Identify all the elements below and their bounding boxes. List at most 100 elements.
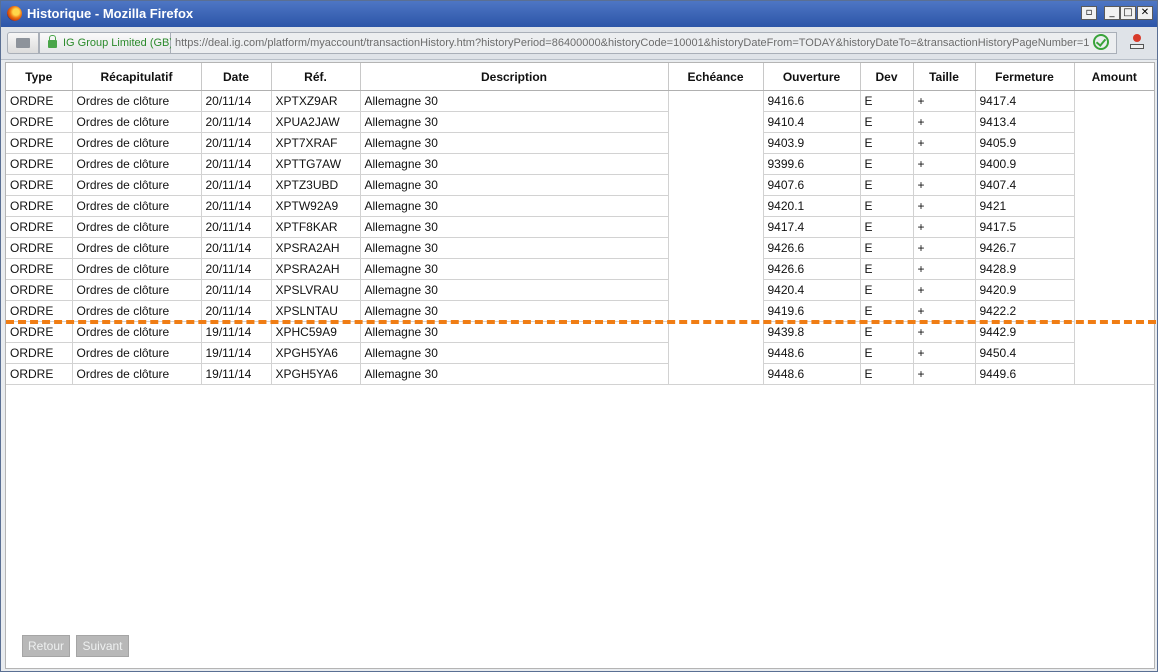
cell-amount: [1074, 343, 1154, 364]
cell-echeance: [668, 237, 764, 259]
cell-dev: E: [860, 237, 914, 259]
minimize-button[interactable]: _: [1104, 6, 1120, 20]
cell-ref: XPTZ3UBD: [271, 174, 361, 196]
header-ouverture[interactable]: Ouverture: [763, 63, 861, 91]
cell-fermeture: 9405.9: [975, 132, 1075, 154]
cell-amount: [1074, 217, 1154, 238]
cell-type: ORDRE: [6, 132, 73, 154]
cell-taille: +: [913, 363, 976, 385]
cell-type: ORDRE: [6, 300, 73, 322]
cell-fermeture: 9400.9: [975, 153, 1075, 175]
restore-icon[interactable]: ▫: [1081, 6, 1097, 20]
cell-echeance: [668, 363, 764, 385]
cell-date: 20/11/14: [201, 279, 272, 301]
cell-recapitulatif: Ordres de clôture: [72, 321, 202, 343]
cell-type: ORDRE: [6, 111, 73, 133]
check-icon[interactable]: [1093, 34, 1109, 50]
orange-separator-line: [6, 320, 1156, 324]
lock-icon: [48, 35, 57, 48]
cell-type: ORDRE: [6, 237, 73, 259]
cell-description: Allemagne 30: [360, 195, 669, 217]
url-text: https://deal.ig.com/platform/myaccount/t…: [175, 37, 1090, 49]
cell-taille: +: [913, 258, 976, 280]
cell-ref: XPTF8KAR: [271, 216, 361, 238]
cell-ref: XPTTG7AW: [271, 153, 361, 175]
transaction-history-panel: Type Récapitulatif Date Réf. Description…: [5, 62, 1156, 669]
close-button[interactable]: ✕: [1137, 6, 1153, 20]
cell-recapitulatif: Ordres de clôture: [72, 153, 202, 175]
cell-amount: [1074, 238, 1154, 259]
cell-ref: XPUA2JAW: [271, 111, 361, 133]
cell-taille: +: [913, 342, 976, 364]
url-field[interactable]: https://deal.ig.com/platform/myaccount/t…: [171, 32, 1117, 54]
cell-dev: E: [860, 363, 914, 385]
cell-ref: XPSLNTAU: [271, 300, 361, 322]
header-type[interactable]: Type: [6, 63, 73, 91]
cell-date: 20/11/14: [201, 258, 272, 280]
header-dev[interactable]: Dev: [860, 63, 914, 91]
cell-dev: E: [860, 216, 914, 238]
table-row: ORDRE Ordres de clôture 20/11/14 XPTTG7AW Al…: [6, 153, 1154, 175]
cell-date: 20/11/14: [201, 195, 272, 217]
firefox-logo-icon: [7, 6, 22, 21]
table-row: ORDRE Ordres de clôture 20/11/14 XPTF8KAR Al…: [6, 216, 1154, 238]
cell-ouverture: 9399.6: [763, 153, 861, 175]
cell-amount: [1074, 133, 1154, 154]
cell-type: ORDRE: [6, 279, 73, 301]
site-identity-label: IG Group Limited (GB): [63, 37, 174, 49]
header-echeance[interactable]: Echéance: [668, 63, 764, 91]
header-fermeture[interactable]: Fermeture: [975, 63, 1075, 91]
cell-fermeture: 9417.4: [975, 90, 1075, 112]
table-row: ORDRE Ordres de clôture 19/11/14 XPGH5YA6 Al…: [6, 342, 1154, 364]
cell-ref: XPGH5YA6: [271, 363, 361, 385]
header-date[interactable]: Date: [201, 63, 272, 91]
transaction-table: Type Récapitulatif Date Réf. Description…: [6, 63, 1154, 385]
cell-taille: +: [913, 300, 976, 322]
cell-recapitulatif: Ordres de clôture: [72, 132, 202, 154]
site-identity-button[interactable]: IG Group Limited (GB): [39, 32, 174, 54]
header-amount[interactable]: Amount: [1074, 63, 1154, 91]
cell-dev: E: [860, 195, 914, 217]
cell-echeance: [668, 90, 764, 112]
cell-type: ORDRE: [6, 90, 73, 112]
maximize-button[interactable]: □: [1120, 6, 1136, 20]
header-recapitulatif[interactable]: Récapitulatif: [72, 63, 202, 91]
header-ref[interactable]: Réf.: [271, 63, 361, 91]
cell-ouverture: 9439.8: [763, 321, 861, 343]
cell-type: ORDRE: [6, 258, 73, 280]
cell-ref: XPTXZ9AR: [271, 90, 361, 112]
cell-ref: XPSRA2AH: [271, 237, 361, 259]
cell-taille: +: [913, 174, 976, 196]
cell-taille: +: [913, 279, 976, 301]
cell-amount: [1074, 154, 1154, 175]
cell-description: Allemagne 30: [360, 237, 669, 259]
cell-taille: +: [913, 216, 976, 238]
cell-recapitulatif: Ordres de clôture: [72, 195, 202, 217]
next-button[interactable]: Suivant: [76, 635, 129, 657]
cell-echeance: [668, 195, 764, 217]
table-row: ORDRE Ordres de clôture 20/11/14 XPUA2JAW Al…: [6, 111, 1154, 133]
cell-description: Allemagne 30: [360, 216, 669, 238]
cell-description: Allemagne 30: [360, 342, 669, 364]
cell-fermeture: 9420.9: [975, 279, 1075, 301]
user-icon[interactable]: [1129, 34, 1145, 50]
cell-fermeture: 9422.2: [975, 300, 1075, 322]
cell-description: Allemagne 30: [360, 363, 669, 385]
table-row: ORDRE Ordres de clôture 19/11/14 XPGH5YA6 Al…: [6, 363, 1154, 385]
cell-ref: XPTW92A9: [271, 195, 361, 217]
header-taille[interactable]: Taille: [913, 63, 976, 91]
cell-description: Allemagne 30: [360, 279, 669, 301]
back-button[interactable]: Retour: [22, 635, 70, 657]
cell-recapitulatif: Ordres de clôture: [72, 174, 202, 196]
table-row: ORDRE Ordres de clôture 20/11/14 XPSRA2AH Al…: [6, 258, 1154, 280]
cell-type: ORDRE: [6, 363, 73, 385]
cell-dev: E: [860, 342, 914, 364]
cell-taille: +: [913, 153, 976, 175]
header-description[interactable]: Description: [360, 63, 669, 91]
cell-amount: [1074, 91, 1154, 112]
cell-taille: +: [913, 237, 976, 259]
page-icon: [16, 38, 30, 48]
cell-date: 20/11/14: [201, 216, 272, 238]
cell-ouverture: 9426.6: [763, 237, 861, 259]
page-icon-button[interactable]: [7, 32, 39, 54]
